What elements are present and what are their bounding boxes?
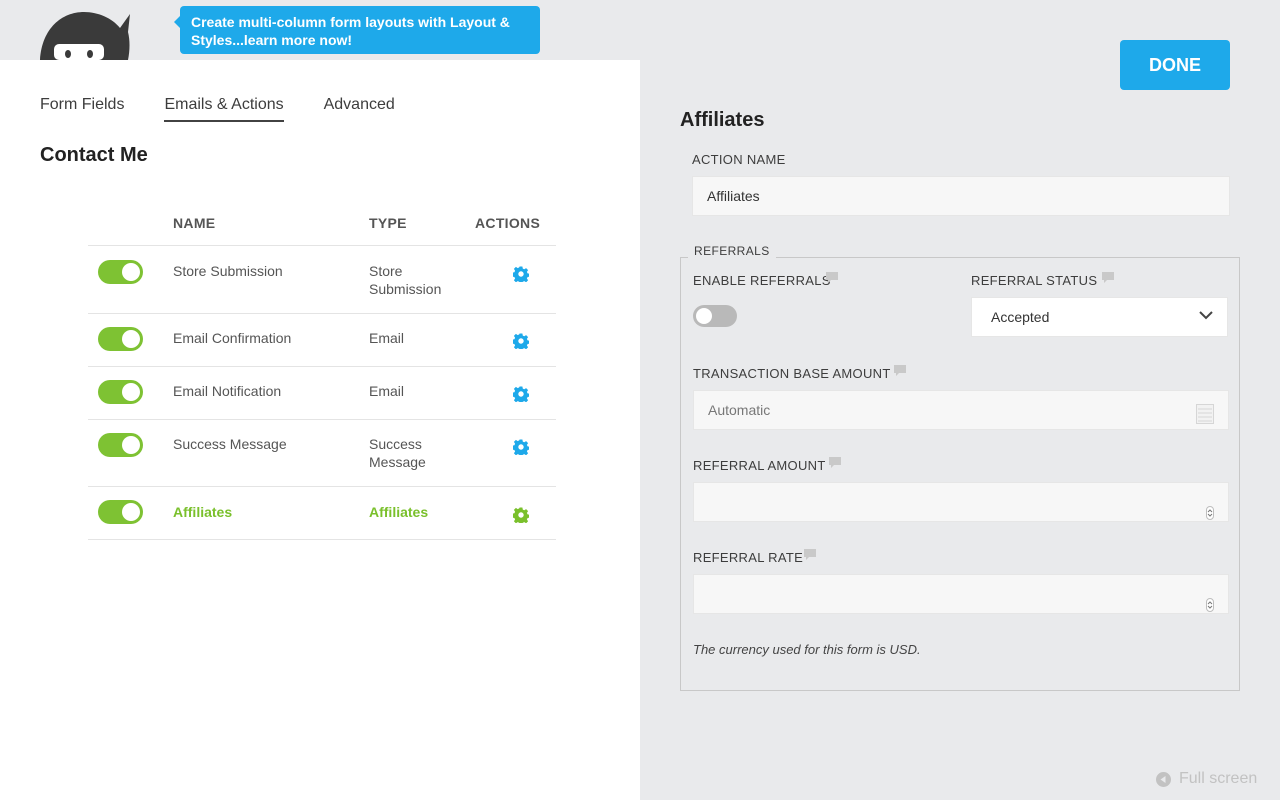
column-header-name: NAME (173, 215, 216, 231)
action-name: Email Notification (173, 383, 282, 399)
action-name: Store Submission (173, 263, 283, 279)
referral-amount-input[interactable] (693, 482, 1229, 522)
gear-icon[interactable] (513, 439, 529, 455)
column-header-type: TYPE (369, 215, 407, 231)
column-header-actions: ACTIONS (475, 215, 541, 231)
action-enabled-toggle[interactable] (98, 500, 143, 524)
builder-tabs: Form Fields Emails & Actions Advanced (40, 96, 435, 122)
action-enabled-toggle[interactable] (98, 260, 143, 284)
collapse-left-icon (1156, 771, 1171, 787)
help-bubble-icon[interactable] (826, 272, 838, 283)
action-enabled-toggle[interactable] (98, 327, 143, 351)
settings-title: Affiliates (680, 109, 765, 131)
action-type: Affiliates (369, 504, 429, 520)
action-name[interactable]: Affiliates (173, 503, 353, 521)
action-type: Email (369, 330, 405, 346)
table-row-selected: Affiliates Affiliates (88, 487, 556, 540)
transaction-base-input[interactable]: Automatic (693, 390, 1229, 430)
help-bubble-icon[interactable] (829, 457, 841, 468)
table-row: Store Submission Store Submission (88, 246, 556, 314)
referral-amount-label: REFERRAL AMOUNT (693, 458, 826, 473)
action-name-input[interactable]: Affiliates (692, 176, 1230, 216)
referral-rate-label: REFERRAL RATE (693, 550, 804, 565)
referrals-legend: REFERRALS (688, 242, 776, 260)
action-name: Email Confirmation (173, 330, 292, 346)
action-name: Success Message (173, 436, 287, 452)
done-button[interactable]: DONE (1120, 40, 1230, 90)
merge-tags-icon[interactable] (1196, 400, 1214, 438)
actions-panel: Form Fields Emails & Actions Advanced Co… (0, 60, 640, 800)
gear-icon[interactable] (513, 507, 529, 523)
actions-table: NAME TYPE ACTIONS Store Submission Store… (88, 213, 556, 540)
fullscreen-label: Full screen (1179, 770, 1258, 787)
help-bubble-icon[interactable] (1102, 272, 1114, 283)
gear-icon[interactable] (513, 333, 529, 349)
fullscreen-toggle[interactable]: Full screen (1156, 770, 1257, 788)
form-title: Contact Me (40, 144, 148, 166)
referral-status-select[interactable]: Accepted (971, 297, 1228, 337)
help-bubble-icon[interactable] (894, 365, 906, 376)
currency-note: The currency used for this form is USD. (693, 642, 921, 657)
action-type: Store Submission (369, 263, 442, 297)
action-enabled-toggle[interactable] (98, 380, 143, 404)
tab-advanced[interactable]: Advanced (324, 96, 395, 122)
action-type: Email (369, 383, 405, 399)
referral-status-label: REFERRAL STATUS (971, 273, 1098, 288)
enable-referrals-label: ENABLE REFERRALS (693, 273, 831, 288)
action-name-label: ACTION NAME (692, 152, 786, 167)
table-header: NAME TYPE ACTIONS (88, 213, 556, 246)
number-stepper-icon[interactable] (1206, 588, 1214, 626)
gear-icon[interactable] (513, 386, 529, 402)
help-bubble-icon[interactable] (804, 549, 816, 560)
tab-form-fields[interactable]: Form Fields (40, 96, 124, 122)
action-type: Success Message (369, 436, 426, 470)
referral-rate-input[interactable] (693, 574, 1229, 614)
referral-status-value: Accepted (991, 309, 1050, 325)
table-row: Email Confirmation Email (88, 314, 556, 367)
promo-tooltip[interactable]: Create multi-column form layouts with La… (174, 6, 540, 54)
number-stepper-icon[interactable] (1206, 496, 1214, 534)
transaction-base-value: Automatic (708, 402, 771, 418)
tab-emails-actions[interactable]: Emails & Actions (164, 96, 284, 122)
action-enabled-toggle[interactable] (98, 433, 143, 457)
gear-icon[interactable] (513, 266, 529, 282)
chevron-down-icon (1199, 311, 1213, 320)
enable-referrals-toggle[interactable] (693, 305, 737, 327)
table-row: Success Message Success Message (88, 420, 556, 487)
ninja-logo-icon (18, 0, 138, 60)
transaction-base-label: TRANSACTION BASE AMOUNT (693, 366, 891, 381)
table-row: Email Notification Email (88, 367, 556, 420)
